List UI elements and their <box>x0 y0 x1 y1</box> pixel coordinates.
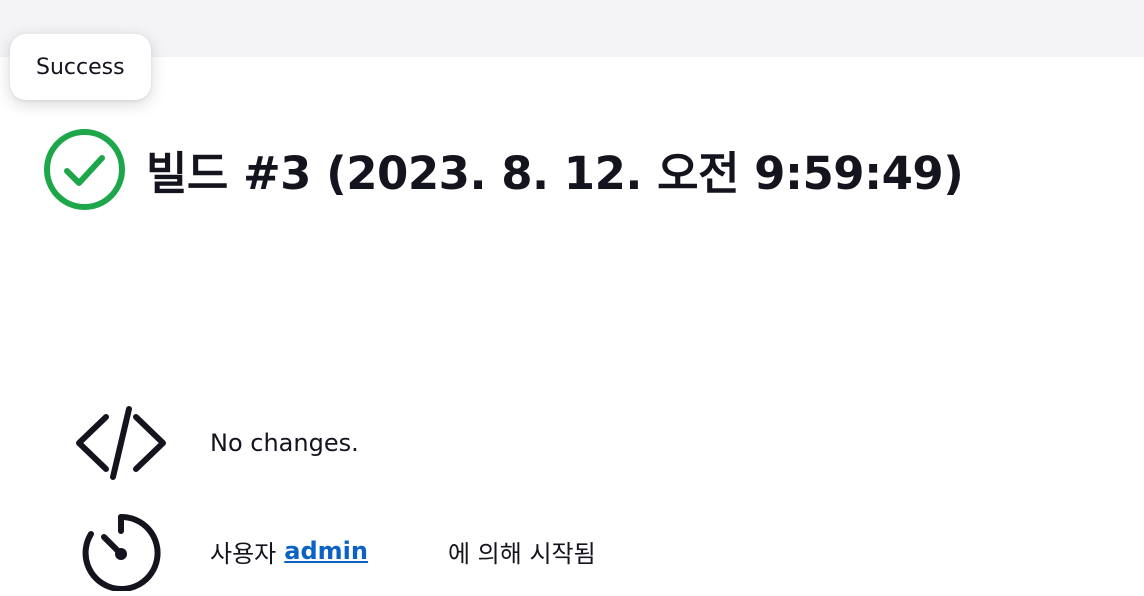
top-bar <box>0 0 1144 57</box>
code-icon <box>74 403 168 483</box>
cause-text: 사용자 admin 에 의해 시작됨 <box>210 534 596 569</box>
timer-icon <box>74 511 168 592</box>
changes-text: No changes. <box>210 429 359 457</box>
build-header: 빌드 #3 (2023. 8. 12. 오전 9:59:49) <box>43 127 964 211</box>
check-circle-icon <box>43 128 126 211</box>
user-link[interactable]: admin <box>284 537 368 565</box>
cause-row: 사용자 admin 에 의해 시작됨 <box>74 508 596 594</box>
changes-row: No changes. <box>74 398 359 488</box>
cause-prefix: 사용자 <box>210 539 277 568</box>
status-tooltip: Success <box>10 34 151 100</box>
build-page: Success 빌드 #3 (2023. 8. 12. 오전 9:59:49) … <box>0 0 1144 596</box>
cause-suffix: 에 의해 시작됨 <box>447 539 596 568</box>
page-title: 빌드 #3 (2023. 8. 12. 오전 9:59:49) <box>146 146 964 200</box>
tooltip-label: Success <box>36 54 125 80</box>
